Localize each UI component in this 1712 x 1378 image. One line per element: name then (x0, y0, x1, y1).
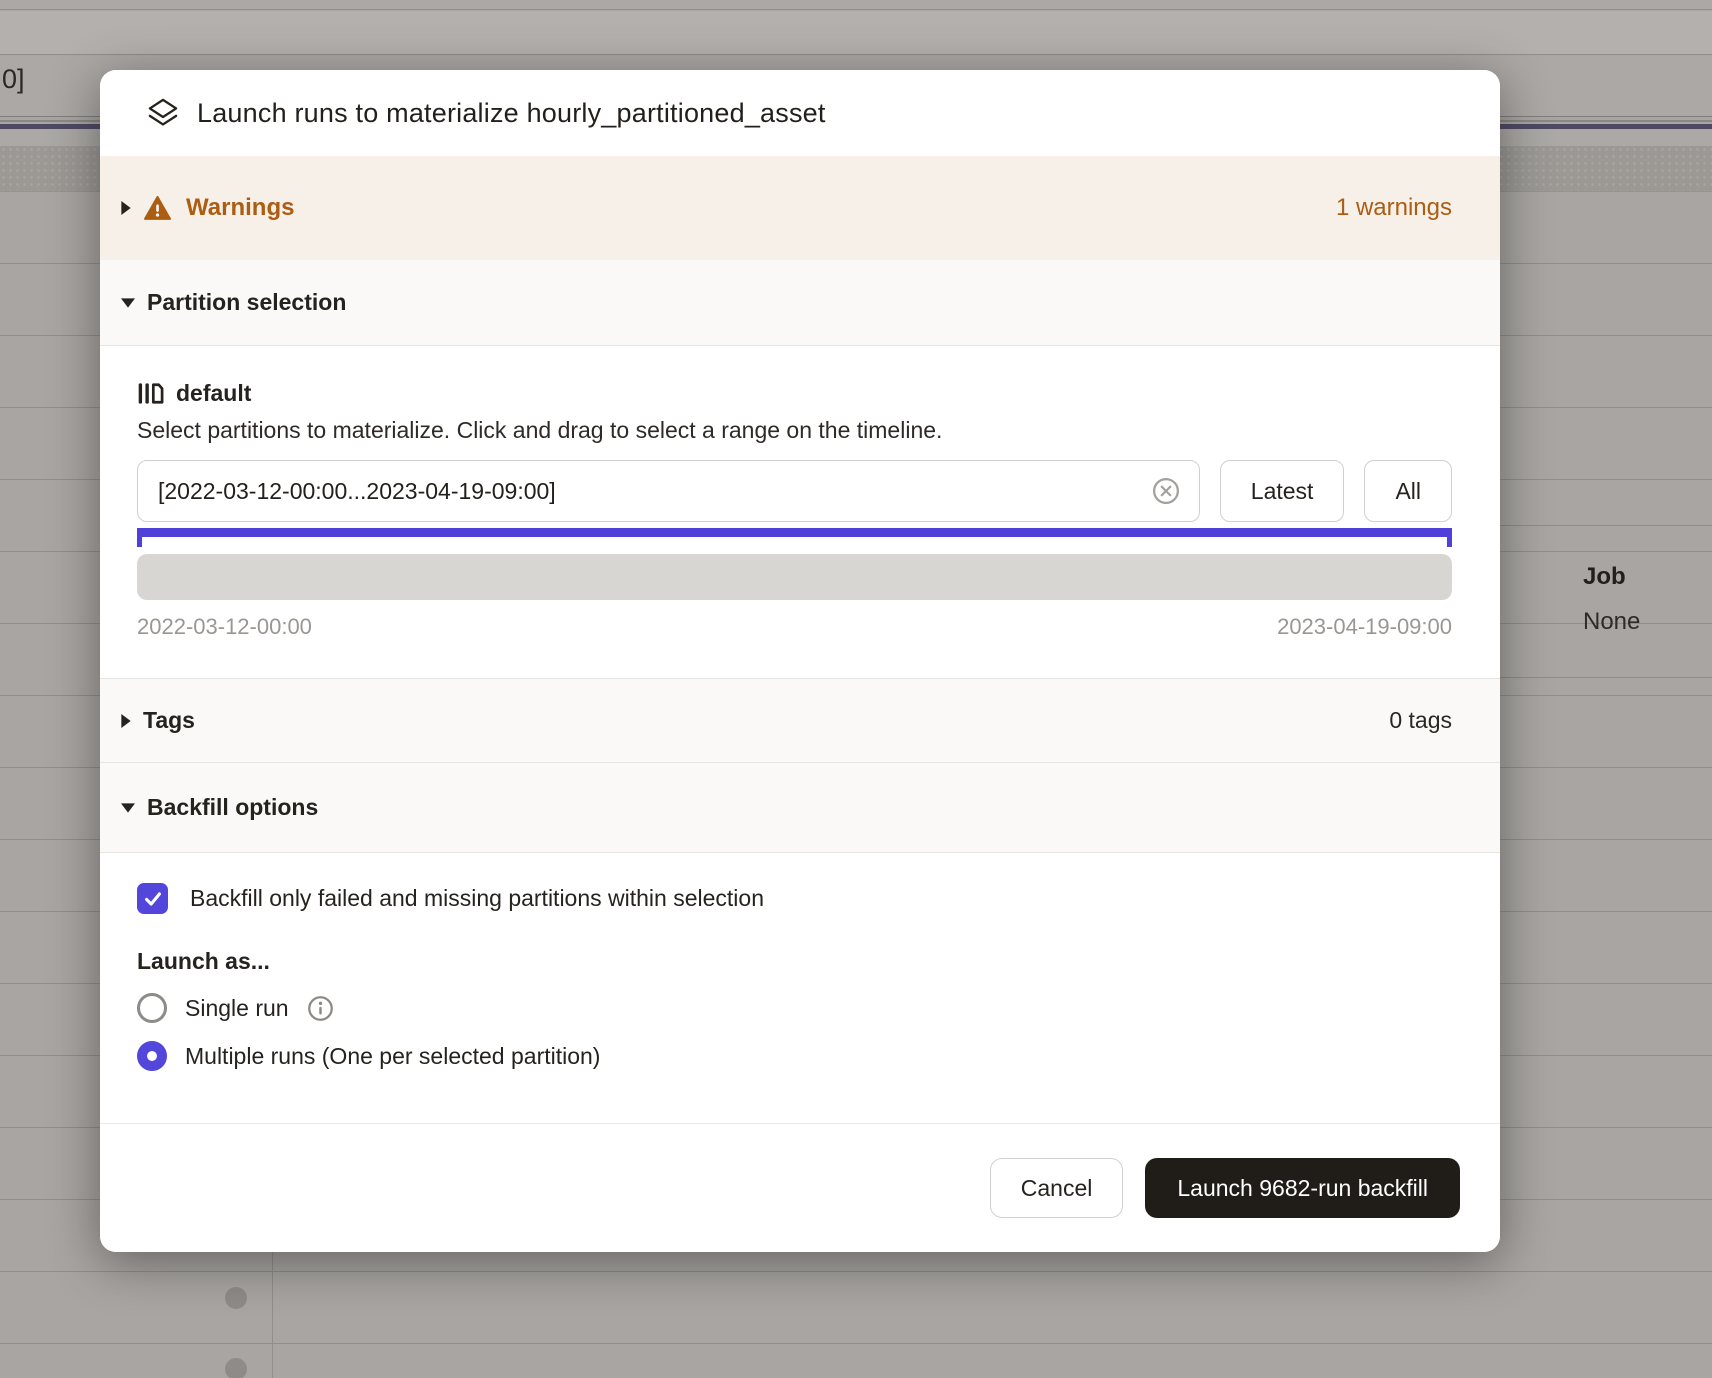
launch-backfill-dialog: Launch runs to materialize hourly_partit… (100, 70, 1500, 1252)
backfill-only-failed-checkbox-row[interactable]: Backfill only failed and missing partiti… (137, 883, 1452, 914)
warning-triangle-icon (144, 196, 171, 221)
background-row-line (1500, 525, 1712, 526)
partition-selection-header: Partition selection (147, 289, 346, 316)
multiple-runs-label: Multiple runs (One per selected partitio… (185, 1043, 600, 1070)
timeline-end-date: 2023-04-19-09:00 (1277, 614, 1452, 640)
warnings-label: Warnings (186, 194, 294, 222)
job-column-label: Job (1583, 563, 1640, 591)
timeline-date-labels: 2022-03-12-00:00 2023-04-19-09:00 (137, 614, 1452, 640)
backfill-options-body: Backfill only failed and missing partiti… (100, 853, 1500, 1123)
partition-selection-body: default Select partitions to materialize… (100, 346, 1500, 678)
radio-unselected-icon[interactable] (137, 993, 167, 1023)
timeline-start-date: 2022-03-12-00:00 (137, 614, 312, 640)
selection-end-tick (1447, 528, 1452, 547)
warnings-section-toggle[interactable]: Warnings 1 warnings (100, 156, 1500, 260)
launch-backfill-button[interactable]: Launch 9682-run backfill (1145, 1158, 1460, 1218)
single-run-option[interactable]: Single run (137, 993, 1452, 1023)
partition-selection-description: Select partitions to materialize. Click … (137, 417, 1452, 444)
chevron-down-icon (121, 803, 135, 813)
dialog-header: Launch runs to materialize hourly_partit… (100, 70, 1500, 156)
cancel-button[interactable]: Cancel (990, 1158, 1124, 1218)
chevron-right-icon (121, 714, 131, 728)
background-row-line (1500, 677, 1712, 678)
dialog-title: Launch runs to materialize hourly_partit… (197, 98, 826, 129)
background-top-band (0, 0, 1712, 10)
background-toolbar-band (0, 11, 1712, 55)
warnings-count: 1 warnings (1336, 194, 1452, 222)
chevron-down-icon (121, 298, 135, 308)
partition-selection-toggle[interactable]: Partition selection (100, 260, 1500, 346)
latest-button[interactable]: Latest (1220, 460, 1345, 522)
chevron-right-icon (121, 201, 131, 215)
partition-dimension-row: default (137, 380, 1452, 407)
background-column-divider (272, 1252, 273, 1378)
partition-range-field[interactable] (137, 460, 1200, 522)
clear-input-icon[interactable] (1151, 476, 1181, 506)
multiple-runs-option[interactable]: Multiple runs (One per selected partitio… (137, 1041, 1452, 1071)
info-icon[interactable] (307, 995, 334, 1022)
backfill-options-header: Backfill options (147, 794, 318, 821)
all-button[interactable]: All (1364, 460, 1452, 522)
partition-timeline-track[interactable] (137, 554, 1452, 600)
timeline-selection-bar (137, 528, 1452, 537)
single-run-label: Single run (185, 995, 289, 1022)
partition-range-input[interactable] (158, 478, 1151, 505)
background-job-cell: Job None (1583, 563, 1640, 636)
dialog-footer: Cancel Launch 9682-run backfill (100, 1123, 1500, 1252)
checkbox-checked-icon[interactable] (137, 883, 168, 914)
backfill-options-toggle[interactable]: Backfill options (100, 763, 1500, 853)
background-status-dot (225, 1358, 247, 1378)
selection-start-tick (137, 528, 142, 547)
page-backdrop: 0] Job None Launch runs to materialize h… (0, 0, 1712, 1378)
radio-selected-icon[interactable] (137, 1041, 167, 1071)
materialize-layers-icon (147, 97, 179, 129)
backfill-only-failed-label: Backfill only failed and missing partiti… (190, 885, 764, 912)
background-status-dot (225, 1287, 247, 1309)
background-partial-text: 0] (2, 64, 25, 95)
tags-count: 0 tags (1389, 707, 1452, 734)
partition-dimension-name: default (176, 380, 251, 407)
partition-dimension-icon (137, 380, 164, 407)
job-column-value: None (1583, 608, 1640, 636)
launch-as-label: Launch as... (137, 948, 1452, 975)
tags-section-toggle[interactable]: Tags 0 tags (100, 678, 1500, 763)
partition-input-row: Latest All (137, 460, 1452, 522)
tags-header: Tags (143, 707, 195, 734)
